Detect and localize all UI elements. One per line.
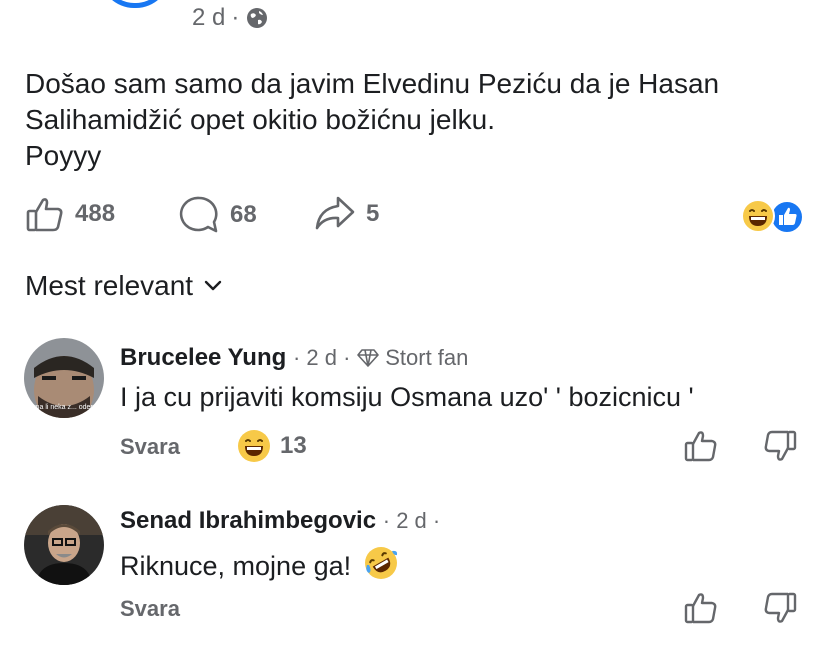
author-name[interactable]: Senad Ibrahimbegovic — [120, 507, 376, 534]
comment-count: 68 — [230, 201, 257, 228]
meta-dot: · — [231, 4, 240, 31]
post-meta: 2 d · — [192, 4, 269, 32]
post-body: Došao sam samo da javim Elvedinu Peziću … — [25, 66, 805, 174]
comment-author-avatar[interactable]: Ima li neka z... odem — [24, 338, 104, 418]
avatar-photo — [24, 505, 104, 585]
avatar-caption: Ima li neka z... odem — [32, 404, 97, 411]
badge-label: Stort fan — [385, 345, 469, 370]
chevron-down-icon — [204, 280, 222, 291]
like-button[interactable]: 488 — [25, 194, 115, 234]
comment-time: · 2 d · — [382, 508, 441, 533]
comment-reactions[interactable]: 13 — [236, 428, 307, 464]
post-text-line: Poyyy — [25, 140, 102, 171]
laughing-emoji-icon — [741, 199, 775, 233]
share-button[interactable]: 5 — [314, 194, 379, 234]
reaction-summary[interactable] — [740, 198, 806, 234]
comment-reaction-count: 13 — [280, 432, 307, 459]
share-arrow-icon — [315, 196, 355, 230]
thumbs-up-icon[interactable] — [683, 428, 719, 464]
comment-sort-dropdown[interactable]: Mest relevant — [25, 270, 223, 302]
like-icon — [26, 198, 63, 232]
post-text-line: Došao sam samo da javim Elvedinu Peziću … — [25, 68, 720, 99]
comment-text: Riknuce, mojne ga! — [120, 545, 399, 582]
comment-author[interactable]: Brucelee Yung · 2 d · Stort fan — [120, 344, 468, 372]
author-name[interactable]: Brucelee Yung — [120, 344, 286, 371]
rofl-emoji-icon — [364, 547, 397, 579]
thumbs-down-icon[interactable] — [762, 428, 798, 464]
thumbs-up-icon[interactable] — [683, 590, 719, 626]
comment-author-avatar[interactable] — [24, 505, 104, 585]
thumbs-down-icon[interactable] — [762, 590, 798, 626]
laughing-emoji-icon — [238, 430, 270, 462]
sort-label: Mest relevant — [25, 270, 194, 301]
post-text-line: Salihamidžić opet okitio božićnu jelku. — [25, 104, 496, 135]
top-fan-badge: Stort fan — [357, 345, 468, 370]
share-count: 5 — [366, 200, 380, 227]
comment-author[interactable]: Senad Ibrahimbegovic · 2 d · — [120, 507, 440, 535]
globe-icon — [247, 8, 268, 28]
comment-time: · 2 d · — [292, 345, 351, 370]
post-time: 2 d — [192, 4, 226, 31]
comment-text: I ja cu prijaviti komsiju Osmana uzo' ' … — [120, 382, 694, 412]
comment-bubble-icon — [179, 196, 218, 233]
reply-button[interactable]: Svara — [120, 434, 180, 460]
like-count: 488 — [75, 200, 116, 227]
diamond-icon — [357, 349, 379, 367]
comment-text-content: Riknuce, mojne ga! — [120, 551, 352, 581]
reply-button[interactable]: Svara — [120, 596, 180, 622]
avatar-photo: Ima li neka z... odem — [24, 338, 104, 418]
comment-button[interactable]: 68 — [178, 194, 257, 236]
post-author-avatar[interactable] — [100, 0, 170, 8]
